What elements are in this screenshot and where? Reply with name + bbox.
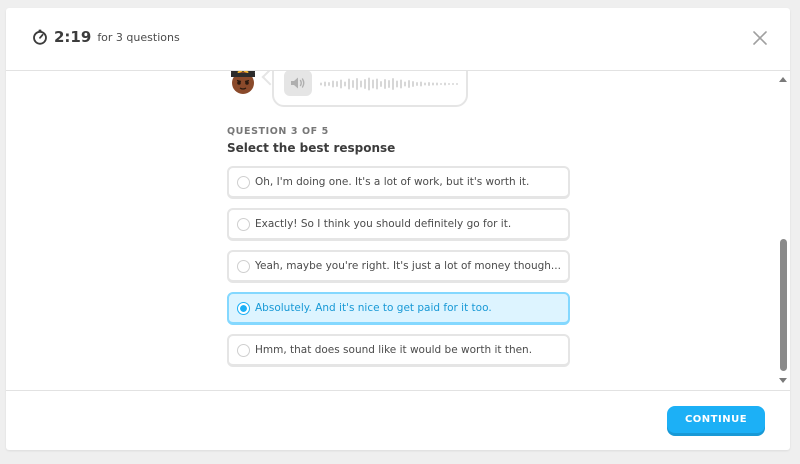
waveform-bar [364, 79, 366, 89]
waveform-bar [456, 83, 458, 85]
answer-option-5[interactable]: Hmm, that does sound like it would be wo… [227, 334, 570, 367]
radio-button[interactable] [237, 175, 250, 189]
waveform-bar [384, 79, 386, 89]
audio-waveform [320, 77, 458, 91]
scroll-down-arrow-icon[interactable] [779, 378, 787, 383]
answer-option-1[interactable]: Oh, I'm doing one. It's a lot of work, b… [227, 166, 570, 199]
modal-header: 2:19 for 3 questions [6, 8, 790, 71]
answer-option-2[interactable]: Exactly! So I think you should definitel… [227, 208, 570, 241]
waveform-bar [356, 78, 358, 90]
waveform-bar [428, 82, 430, 86]
close-button[interactable] [752, 30, 768, 46]
answer-option-label: Exactly! So I think you should definitel… [255, 218, 512, 230]
waveform-bar [324, 81, 326, 87]
waveform-bar [368, 77, 370, 91]
radio-button[interactable] [237, 259, 250, 273]
waveform-bar [424, 82, 426, 86]
waveform-bar [416, 82, 418, 86]
answer-option-label: Oh, I'm doing one. It's a lot of work, b… [255, 176, 530, 188]
play-audio-button[interactable] [284, 71, 312, 96]
waveform-bar [320, 82, 322, 86]
question-prompt: Select the best response [227, 141, 396, 155]
radio-button[interactable] [237, 217, 250, 231]
waveform-bar [420, 81, 422, 87]
waveform-bar [360, 80, 362, 88]
timer: 2:19 for 3 questions [32, 28, 180, 46]
waveform-bar [408, 80, 410, 88]
radio-button[interactable] [237, 343, 250, 357]
scrollbar-thumb[interactable] [780, 239, 787, 371]
close-icon [753, 31, 767, 45]
waveform-bar [332, 80, 334, 88]
waveform-bar [336, 81, 338, 87]
stopwatch-icon [32, 29, 48, 45]
waveform-bar [328, 82, 330, 86]
waveform-bar [412, 81, 414, 87]
waveform-bar [348, 78, 350, 90]
waveform-bar [396, 80, 398, 88]
waveform-bar [380, 81, 382, 87]
character-avatar [228, 71, 258, 101]
radio-button[interactable] [237, 301, 250, 315]
question-content: QUESTION 3 OF 5 Select the best response… [6, 71, 790, 389]
answer-options: Oh, I'm doing one. It's a lot of work, b… [227, 166, 570, 376]
waveform-bar [444, 82, 446, 86]
waveform-bar [372, 79, 374, 89]
waveform-bar [436, 82, 438, 86]
waveform-bar [392, 78, 394, 90]
waveform-bar [400, 79, 402, 89]
waveform-bar [376, 78, 378, 90]
waveform-bar [448, 83, 450, 85]
waveform-bar [432, 82, 434, 86]
waveform-bar [344, 81, 346, 87]
scrollbar[interactable] [776, 71, 790, 389]
speaker-icon [291, 77, 305, 89]
waveform-bar [440, 83, 442, 85]
waveform-bar [404, 81, 406, 87]
answer-option-4[interactable]: Absolutely. And it's nice to get paid fo… [227, 292, 570, 325]
waveform-bar [340, 79, 342, 89]
waveform-bar [452, 83, 454, 85]
answer-option-label: Absolutely. And it's nice to get paid fo… [255, 302, 492, 314]
audio-bubble [272, 71, 468, 107]
answer-option-3[interactable]: Yeah, maybe you're right. It's just a lo… [227, 250, 570, 283]
quiz-modal: 2:19 for 3 questions QUESTION 3 OF 5 Sel… [6, 8, 790, 450]
answer-option-label: Hmm, that does sound like it would be wo… [255, 344, 533, 356]
waveform-bar [352, 80, 354, 88]
continue-button[interactable]: CONTINUE [667, 406, 765, 433]
question-counter: QUESTION 3 OF 5 [227, 126, 329, 137]
answer-option-label: Yeah, maybe you're right. It's just a lo… [255, 260, 561, 272]
modal-footer: CONTINUE [6, 390, 790, 450]
timer-label: for 3 questions [97, 30, 180, 44]
timer-value: 2:19 [54, 28, 92, 46]
scroll-up-arrow-icon[interactable] [779, 77, 787, 82]
waveform-bar [388, 80, 390, 88]
